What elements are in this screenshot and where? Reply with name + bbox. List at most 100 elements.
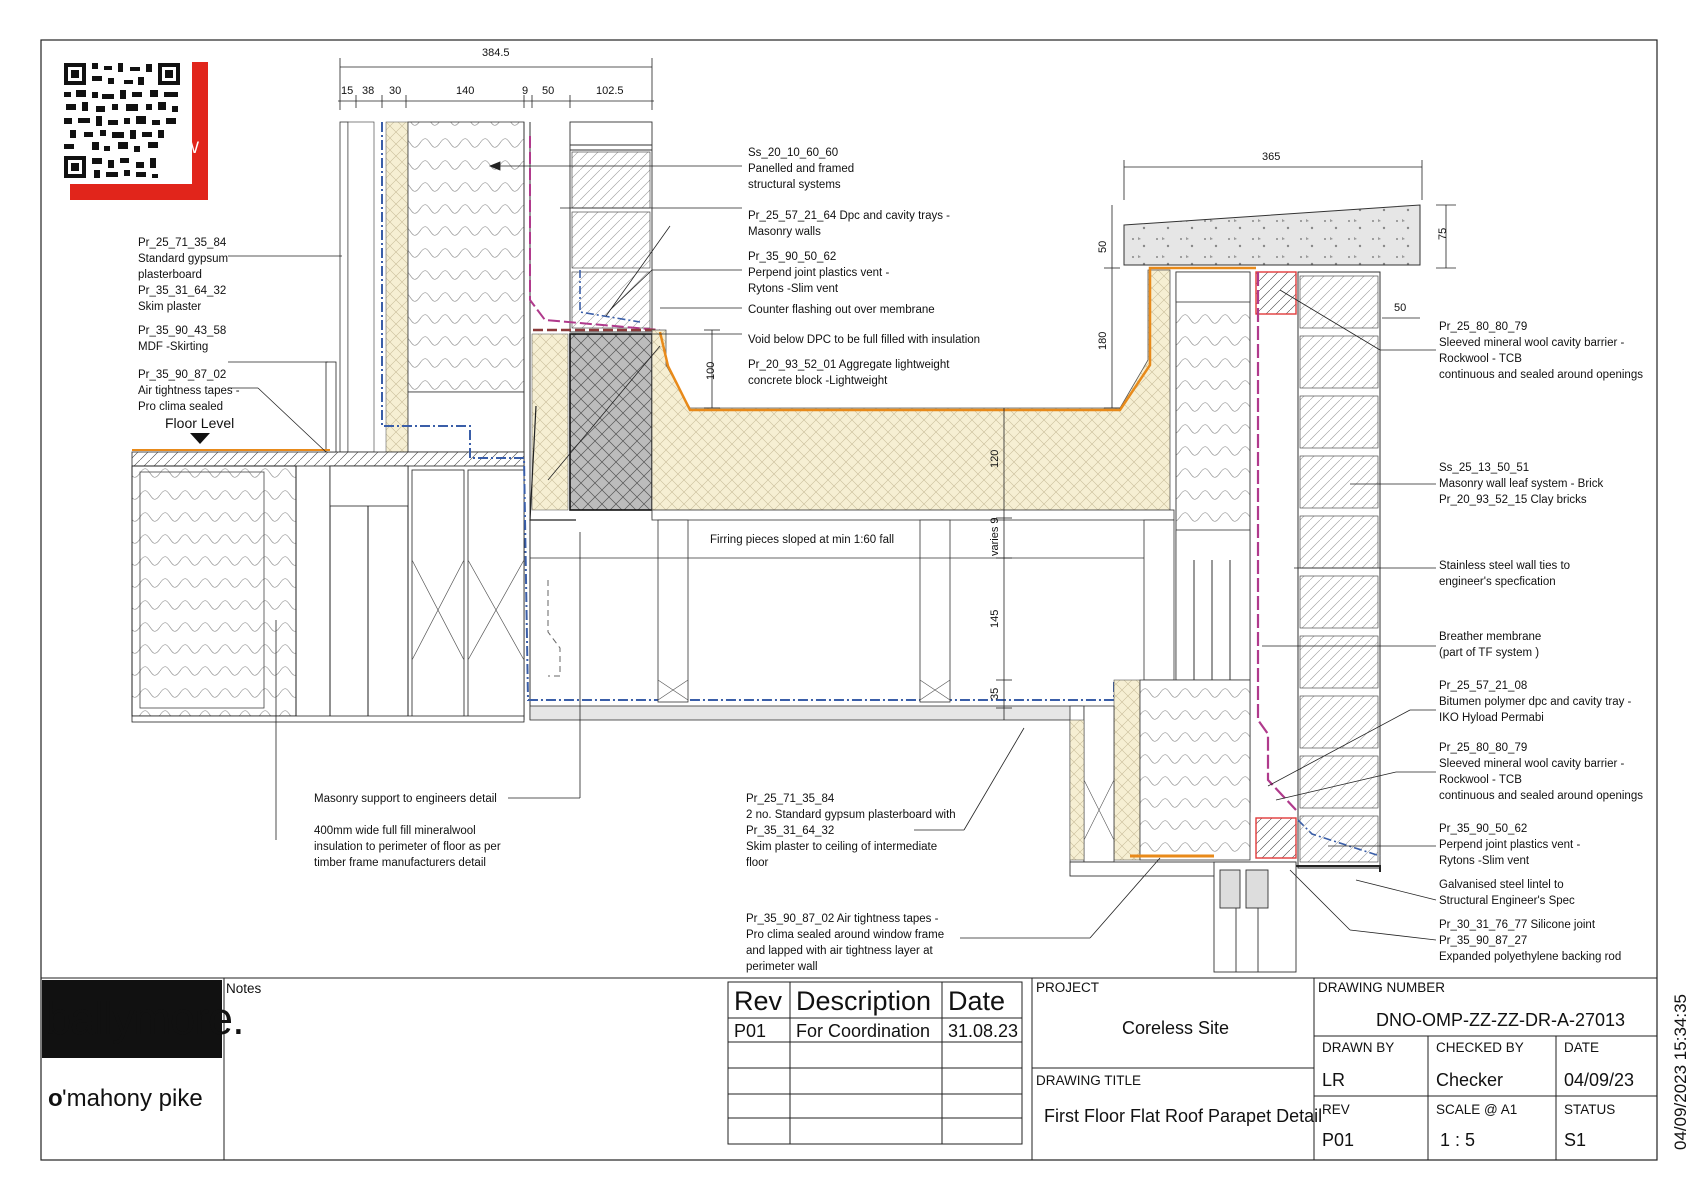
outer-masonry-left bbox=[569, 121, 653, 511]
label-perpend-vent: Pr_35_90_50_62 Perpend joint plastics ven… bbox=[748, 251, 889, 295]
dim-15: 15 bbox=[341, 85, 353, 97]
svg-text:Pr_25_57_21_08Bitumen polymer: Pr_25_57_21_08 Bitumen polymer dpc and ca… bbox=[1439, 680, 1632, 724]
label-counter-flashing: Counter flashing out over membrane bbox=[748, 304, 935, 316]
rev-label: REV bbox=[1322, 1102, 1350, 1117]
status-value: S1 bbox=[1564, 1130, 1586, 1150]
dim-180: 180 bbox=[1097, 332, 1109, 350]
svg-text:Breather membrane(part of TF s: Breather membrane (part of TF system ) bbox=[1439, 631, 1541, 659]
print-timestamp: 04/09/2023 15:34:35 bbox=[1671, 994, 1690, 1150]
cavity-barrier-top bbox=[1255, 271, 1297, 315]
svg-text:Pr_35_90_87_02Air tightness ta: Pr_35_90_87_02 Air tightness tapes -Pro c… bbox=[138, 369, 240, 413]
dim-38: 38 bbox=[362, 85, 374, 97]
dim-varies: varies 9 bbox=[989, 517, 1001, 556]
svg-text:Stainless steel wall ties toen: Stainless steel wall ties to engineer's s… bbox=[1439, 560, 1570, 588]
dim-50: 50 bbox=[542, 85, 554, 97]
label-skirting: Pr_35_90_43_58 MDF -Skirting bbox=[138, 325, 226, 353]
rev-row-description: For Coordination bbox=[796, 1021, 930, 1041]
dim-100: 100 bbox=[705, 362, 717, 380]
dim-35: 35 bbox=[989, 688, 1001, 700]
rev-header-description: Description bbox=[796, 986, 931, 1016]
svg-text:Pr_25_80_80_79Sleeved mineral: Pr_25_80_80_79 Sleeved mineral wool cavit… bbox=[1439, 742, 1643, 802]
drawing-number-value: DNO-OMP-ZZ-ZZ-DR-A-27013 bbox=[1376, 1010, 1625, 1030]
dim-50-left: 50 bbox=[1097, 241, 1109, 253]
label-airtight-left: Pr_35_90_87_02 Air tightness tapes -Pro c… bbox=[138, 369, 240, 413]
project-value: Coreless Site bbox=[1122, 1018, 1229, 1038]
date-value: 04/09/23 bbox=[1564, 1070, 1634, 1090]
label-partitions: Pr_25_71_35_84 Standard gypsum plasterboar… bbox=[138, 237, 228, 313]
breather-membrane bbox=[1256, 272, 1297, 811]
svg-text:Ss_25_13_50_51Masonry wall lea: Ss_25_13_50_51 Masonry wall leaf system -… bbox=[1439, 462, 1603, 506]
svg-text:Pr_35_90_43_58MDF -Skirting: Pr_35_90_43_58 MDF -Skirting bbox=[138, 325, 226, 353]
dim-120: 120 bbox=[989, 450, 1001, 468]
rev-header-rev: Rev bbox=[734, 986, 783, 1016]
svg-text:Pr_25_57_21_64 Dpc and cavity: Pr_25_57_21_64 Dpc and cavity trays -Mas… bbox=[748, 210, 950, 238]
dim-total: 384.5 bbox=[482, 47, 510, 59]
floor-construction bbox=[131, 451, 525, 723]
drawing-title-value: First Floor Flat Roof Parapet Detail bbox=[1044, 1106, 1322, 1126]
label-silicone-joint: Pr_30_31_76_77 Silicone joint Pr_35_90_87… bbox=[1439, 919, 1621, 963]
dim-75: 75 bbox=[1437, 228, 1449, 240]
cavity-insulation bbox=[531, 333, 569, 511]
svg-text:Pr_25_71_35_842 no. Standard g: Pr_25_71_35_84 2 no. Standard gypsum plas… bbox=[746, 793, 956, 869]
dim-140: 140 bbox=[456, 85, 474, 97]
label-masonry-support: Masonry support to engineers detail bbox=[314, 793, 497, 805]
drawing-title-label: DRAWING TITLE bbox=[1036, 1073, 1141, 1088]
label-void-dpc: Void below DPC to be full filled with in… bbox=[748, 334, 980, 346]
svg-text:Pr_20_93_52_01 Aggregate light: Pr_20_93_52_01 Aggregate lightweight conc… bbox=[748, 359, 950, 387]
window-frame bbox=[1069, 861, 1297, 973]
label-cavity-barrier-top: Pr_25_80_80_79 Sleeved mineral wool cavit… bbox=[1439, 321, 1643, 381]
svg-text:Pr_35_90_50_62Perpend joint pl: Pr_35_90_50_62 Perpend joint plastics ven… bbox=[1439, 823, 1580, 867]
skirting bbox=[325, 361, 337, 453]
rev-row-rev: P01 bbox=[734, 1021, 766, 1041]
label-perimeter-insulation: 400mm wide full fill mineralwool insulati… bbox=[314, 825, 501, 869]
svg-text:Ss_20_10_60_60Panelled and fra: Ss_20_10_60_60 Panelled and framed structu… bbox=[748, 147, 854, 191]
steel-lintel bbox=[1296, 865, 1381, 872]
label-wall-ties: Stainless steel wall ties to engineer's s… bbox=[1439, 560, 1570, 588]
scale-label: SCALE @ A1 bbox=[1436, 1102, 1517, 1117]
label-cavity-barrier-bottom: Pr_25_80_80_79 Sleeved mineral wool cavit… bbox=[1439, 742, 1643, 802]
status-label: STATUS bbox=[1564, 1102, 1615, 1117]
scale-value: 1 : 5 bbox=[1440, 1130, 1475, 1150]
svg-text:Masonry support to engineers d: Masonry support to engineers detail bbox=[314, 793, 497, 805]
label-brick-leaf: Ss_25_13_50_51 Masonry wall leaf system -… bbox=[1439, 462, 1603, 506]
label-bitumen-dpc: Pr_25_57_21_08 Bitumen polymer dpc and ca… bbox=[1439, 680, 1632, 724]
label-airtight-window: Pr_35_90_87_02 Air tightness tapes -Pro … bbox=[746, 913, 944, 973]
notes-label: Notes bbox=[226, 981, 262, 996]
dim-102-5: 102.5 bbox=[596, 85, 624, 97]
svg-text:Pr_25_80_80_79Sleeved mineral: Pr_25_80_80_79 Sleeved mineral wool cavit… bbox=[1439, 321, 1643, 381]
dim-50-right: 50 bbox=[1394, 302, 1406, 314]
checked-by-label: CHECKED BY bbox=[1436, 1040, 1524, 1055]
svg-text:Pr_35_90_50_62Perpend joint pl: Pr_35_90_50_62 Perpend joint plastics ven… bbox=[748, 251, 889, 295]
label-structural-systems: Ss_20_10_60_60 Panelled and framed structu… bbox=[748, 147, 854, 191]
drawn-by-value: LR bbox=[1322, 1070, 1345, 1090]
svg-text:Pr_35_90_87_02 Air tightness t: Pr_35_90_87_02 Air tightness tapes -Pro … bbox=[746, 913, 944, 973]
floor-level-marker bbox=[190, 433, 210, 444]
dim-30: 30 bbox=[389, 85, 401, 97]
top-dimensions bbox=[338, 58, 654, 110]
svg-text:Pr_25_71_35_84Standard gypsump: Pr_25_71_35_84 Standard gypsum plasterboar… bbox=[138, 237, 228, 313]
dim-9: 9 bbox=[522, 85, 528, 97]
label-ceiling-plasterboard: Pr_25_71_35_84 2 no. Standard gypsum plas… bbox=[746, 793, 956, 869]
floor-level-label: Floor Level bbox=[165, 415, 234, 431]
rev-header-date: Date bbox=[948, 986, 1005, 1016]
qr-logo: W bbox=[63, 62, 208, 200]
cavity-barrier-bottom bbox=[1255, 817, 1297, 859]
client-logo-text: ballymore. bbox=[46, 993, 244, 1044]
svg-text:400mm wide full fill mineralwo: 400mm wide full fill mineralwool insulati… bbox=[314, 825, 501, 869]
svg-text:Void below DPC to be full fill: Void below DPC to be full filled with in… bbox=[748, 334, 980, 346]
date-label: DATE bbox=[1564, 1040, 1599, 1055]
drawing-number-label: DRAWING NUMBER bbox=[1318, 980, 1445, 995]
svg-text:Counter flashing out over memb: Counter flashing out over membrane bbox=[748, 304, 935, 316]
dim-145: 145 bbox=[989, 610, 1001, 628]
architect-logo-text: 'mahony pike bbox=[62, 1085, 203, 1112]
section-detail-drawing: W 384.5 15 38 30 140 9 50 102.5 Floor Le… bbox=[40, 39, 1690, 1161]
svg-text:Galvanised steel lintel toStru: Galvanised steel lintel to Structural Eng… bbox=[1439, 879, 1575, 907]
concrete-coping bbox=[1123, 204, 1421, 266]
project-label: PROJECT bbox=[1036, 980, 1099, 995]
architect-logo-mark: o bbox=[48, 1085, 63, 1112]
label-steel-lintel: Galvanised steel lintel to Structural Eng… bbox=[1439, 879, 1575, 907]
drawing-sheet: W 384.5 15 38 30 140 9 50 102.5 Floor Le… bbox=[0, 0, 1698, 1200]
firring-note: Firring pieces sloped at min 1:60 fall bbox=[710, 534, 894, 546]
svg-text:Pr_30_31_76_77 Silicone joint: Pr_30_31_76_77 Silicone joint Pr_35_90_87… bbox=[1439, 919, 1621, 963]
label-concrete-block: Pr_20_93_52_01 Aggregate lightweight conc… bbox=[748, 359, 950, 387]
